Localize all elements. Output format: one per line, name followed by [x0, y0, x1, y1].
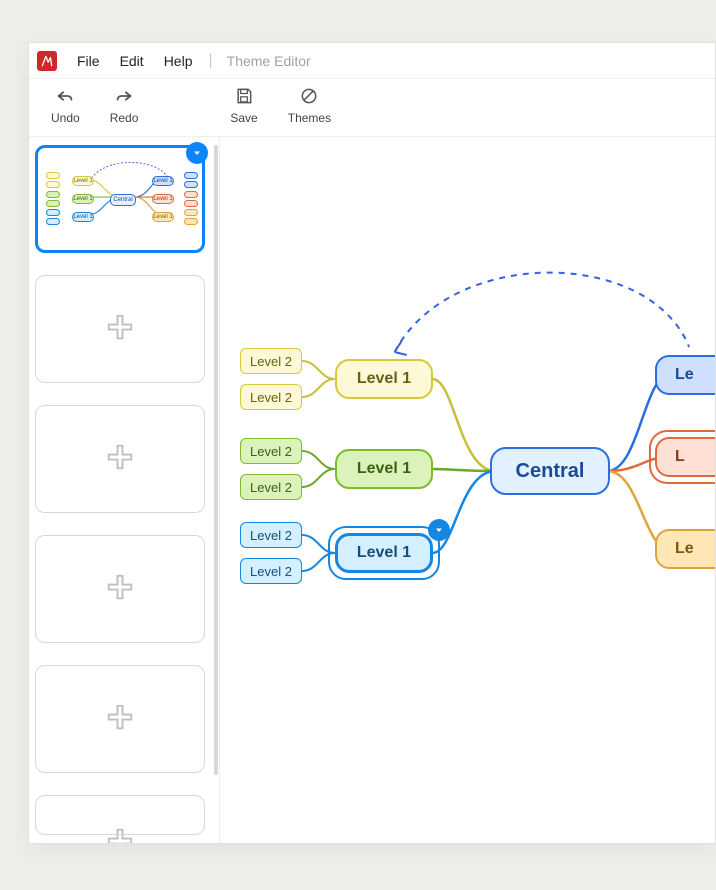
thumb-l1-blue: Level 1 [72, 212, 94, 222]
body-row: Central Level 1 Level 1 Level 1 Level 1 … [29, 137, 715, 843]
sidebar-scrollbar[interactable] [214, 145, 218, 775]
menu-file[interactable]: File [69, 49, 108, 73]
save-label: Save [230, 111, 257, 125]
themes-button[interactable]: Themes [284, 85, 335, 125]
plus-icon [105, 442, 135, 477]
thumb-l2 [46, 172, 60, 179]
thumb-l2 [184, 181, 198, 188]
thumb-central: Central [110, 194, 136, 206]
node-level1-yellow[interactable]: Level 1 [335, 359, 433, 399]
undo-icon [53, 85, 77, 107]
thumb-l2 [184, 191, 198, 198]
plus-icon [105, 826, 135, 844]
undo-button[interactable]: Undo [47, 85, 84, 125]
thumb-l2 [46, 191, 60, 198]
thumb-l2 [46, 181, 60, 188]
thumb-l1-green: Level 1 [72, 194, 94, 204]
app-logo-icon [37, 51, 57, 71]
node-level1-green[interactable]: Level 1 [335, 449, 433, 489]
node-level1-red-right[interactable]: L [655, 437, 715, 477]
add-theme-slide[interactable] [35, 535, 205, 643]
thumb-l2 [184, 209, 198, 216]
thumb-l2 [184, 218, 198, 225]
menu-help[interactable]: Help [156, 49, 201, 73]
thumb-l2 [46, 209, 60, 216]
thumb-l1-yellow: Level 1 [72, 176, 94, 186]
context-label: Theme Editor [221, 53, 311, 69]
save-button[interactable]: Save [226, 85, 261, 125]
thumb-l2 [184, 200, 198, 207]
plus-icon [105, 572, 135, 607]
node-level1-blue[interactable]: Level 1 [335, 533, 433, 573]
plus-icon [105, 312, 135, 347]
thumb-l1-blue-r: Level 1 [152, 176, 174, 186]
redo-icon [112, 85, 136, 107]
app-window: File Edit Help | Theme Editor Undo Redo … [28, 42, 716, 844]
themes-icon [297, 85, 321, 107]
node-dropdown-badge-icon[interactable] [428, 519, 450, 541]
node-level2-blue[interactable]: Level 2 [240, 522, 302, 548]
theme-slide-1[interactable]: Central Level 1 Level 1 Level 1 Level 1 … [35, 145, 205, 253]
menubar: File Edit Help | Theme Editor [29, 43, 715, 79]
undo-label: Undo [51, 111, 80, 125]
menu-edit[interactable]: Edit [112, 49, 152, 73]
node-central[interactable]: Central [490, 447, 610, 495]
node-level2-blue[interactable]: Level 2 [240, 558, 302, 584]
add-theme-slide[interactable] [35, 795, 205, 835]
plus-icon [105, 702, 135, 737]
node-level2-yellow[interactable]: Level 2 [240, 384, 302, 410]
redo-button[interactable]: Redo [106, 85, 143, 125]
menu-separator: | [204, 52, 216, 70]
node-level2-yellow[interactable]: Level 2 [240, 348, 302, 374]
node-level1-orange-right[interactable]: Le [655, 529, 715, 569]
redo-label: Redo [110, 111, 139, 125]
thumb-l1-orange-r: Level 1 [152, 212, 174, 222]
thumb-l2 [184, 172, 198, 179]
node-level1-blue-right[interactable]: Le [655, 355, 715, 395]
themes-label: Themes [288, 111, 331, 125]
add-theme-slide[interactable] [35, 665, 205, 773]
thumb-l2 [46, 200, 60, 207]
mindmap-canvas[interactable]: Central Level 1 Level 1 Level 1 Level 2 … [219, 137, 715, 843]
node-level2-green[interactable]: Level 2 [240, 474, 302, 500]
theme-sidebar: Central Level 1 Level 1 Level 1 Level 1 … [29, 137, 219, 843]
thumb-l1-red-r: Level 1 [152, 194, 174, 204]
add-theme-slide[interactable] [35, 405, 205, 513]
node-level2-green[interactable]: Level 2 [240, 438, 302, 464]
toolbar: Undo Redo Save Themes [29, 79, 715, 137]
add-theme-slide[interactable] [35, 275, 205, 383]
save-icon [232, 85, 256, 107]
thumb-l2 [46, 218, 60, 225]
